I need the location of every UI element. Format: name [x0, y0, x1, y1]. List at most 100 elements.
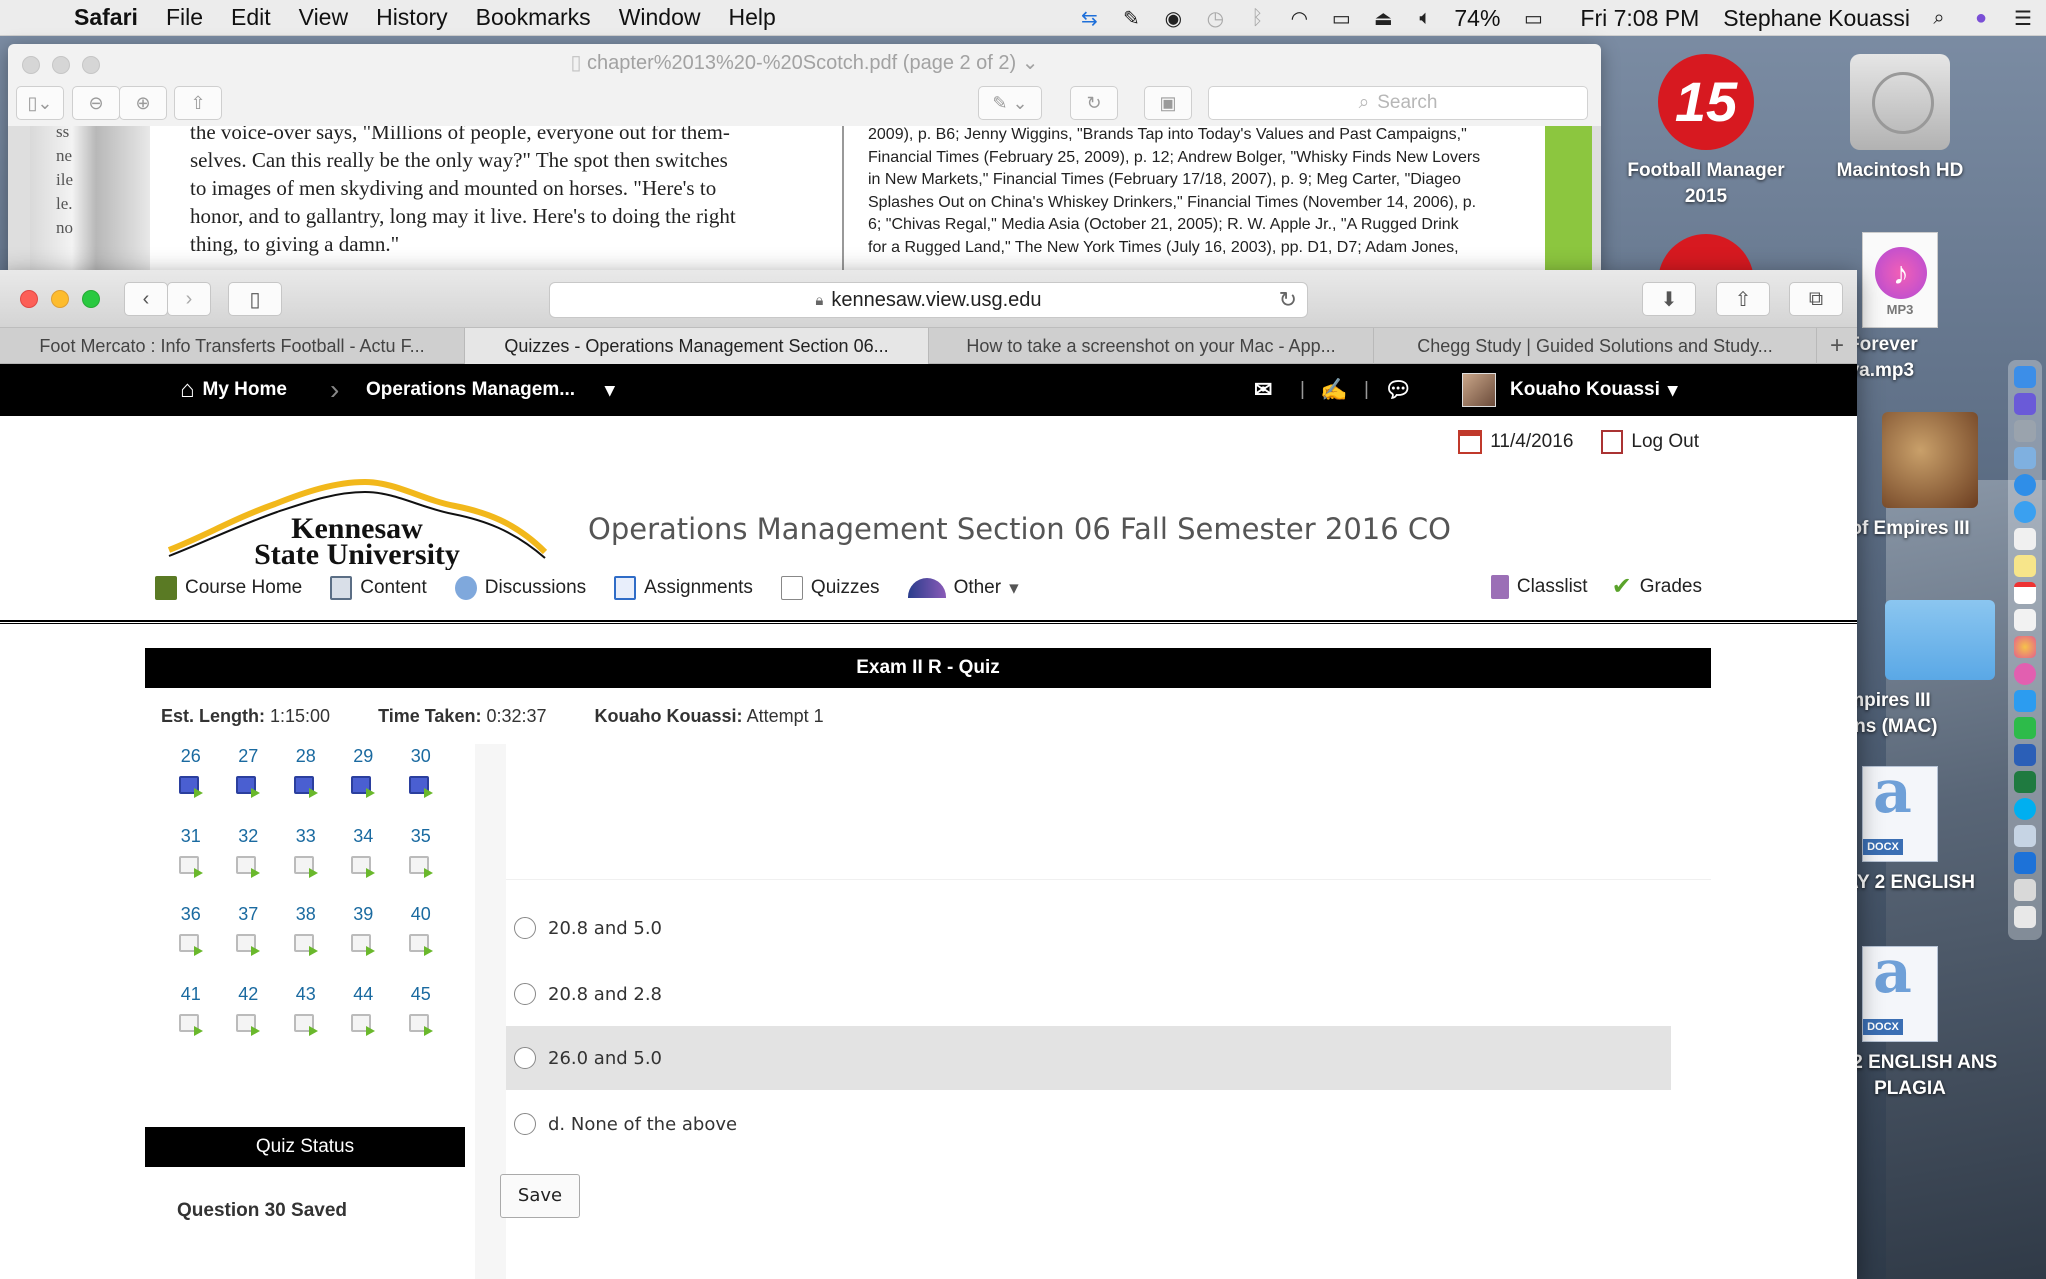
unsaved-question-icon[interactable] [178, 1014, 203, 1036]
question-link[interactable]: 33 [277, 826, 335, 878]
saved-question-icon[interactable] [236, 776, 261, 798]
wifi-icon[interactable]: ◠ [1286, 5, 1312, 31]
downloads-dock-icon[interactable] [2014, 879, 2036, 901]
question-link[interactable]: 37 [220, 904, 278, 956]
zoom-out-button[interactable]: ⊖ [72, 86, 120, 120]
calendar-dock-icon[interactable] [2014, 582, 2036, 604]
desktop-icon-macintosh-hd[interactable]: Macintosh HD [1800, 54, 2000, 184]
saved-question-icon[interactable] [178, 776, 203, 798]
toolbox-button[interactable]: ▣ [1144, 86, 1192, 120]
rotate-button[interactable]: ↻ [1070, 86, 1118, 120]
saved-question-icon[interactable] [293, 776, 318, 798]
question-number[interactable]: 42 [220, 984, 278, 1010]
unsaved-question-icon[interactable] [351, 856, 376, 878]
question-number[interactable]: 35 [392, 826, 450, 852]
siri-icon[interactable]: ● [1968, 5, 1994, 31]
menu-help[interactable]: Help [715, 4, 790, 31]
nav-assignments[interactable]: Assignments [614, 576, 753, 600]
numbers-dock-icon[interactable] [2014, 717, 2036, 739]
menu-window[interactable]: Window [605, 4, 715, 31]
question-link[interactable]: 41 [162, 984, 220, 1036]
question-number[interactable]: 44 [335, 984, 393, 1010]
notification-center-icon[interactable]: ☰ [2010, 5, 2036, 31]
question-link[interactable]: 26 [162, 746, 220, 798]
unsaved-question-icon[interactable] [408, 856, 433, 878]
question-link[interactable]: 29 [335, 746, 393, 798]
circle-app-icon[interactable]: ◉ [1160, 5, 1186, 31]
window-title[interactable]: chapter%2013%20-%20Scotch.pdf (page 2 of… [587, 52, 1016, 74]
question-number[interactable]: 30 [392, 746, 450, 772]
bluetooth-icon[interactable]: ᛒ [1244, 5, 1270, 31]
app-store-dock-icon[interactable] [2014, 690, 2036, 712]
nav-course-home[interactable]: Course Home [155, 576, 302, 600]
answer-option-c[interactable]: 26.0 and 5.0 [506, 1026, 1671, 1090]
answer-option-d[interactable]: d. None of the above [506, 1092, 1671, 1156]
battery-icon[interactable]: ▭ [1516, 5, 1550, 31]
sidebar-toggle-button[interactable]: ▯⌄ [16, 86, 64, 120]
menu-clock[interactable]: Fri 7:08 PM [1580, 5, 1699, 32]
downloads-button[interactable]: ⬇ [1642, 282, 1696, 316]
question-link[interactable]: 31 [162, 826, 220, 878]
close-button[interactable] [20, 290, 38, 308]
safari-dock-icon[interactable] [2014, 474, 2036, 496]
word-dock-icon[interactable] [2014, 744, 2036, 766]
chevron-down-icon[interactable]: ⌄ [1016, 52, 1039, 74]
my-home-link[interactable]: ⌂ My Home [180, 364, 287, 416]
tab-quizzes[interactable]: Quizzes - Operations Management Section … [465, 328, 929, 364]
mail-dock-icon[interactable] [2014, 528, 2036, 550]
calendar-date[interactable]: 11/4/2016 [1458, 430, 1573, 454]
minimize-button[interactable] [52, 56, 70, 74]
update-alerts-icon[interactable]: 💬︎ [1384, 364, 1412, 416]
question-number[interactable]: 39 [335, 904, 393, 930]
saved-question-icon[interactable] [408, 776, 433, 798]
nav-quizzes[interactable]: Quizzes [780, 576, 880, 600]
photos-dock-icon[interactable] [2014, 636, 2036, 658]
question-link[interactable]: 45 [392, 984, 450, 1036]
question-number[interactable]: 38 [277, 904, 335, 930]
menu-view[interactable]: View [285, 4, 362, 31]
unsaved-question-icon[interactable] [293, 1014, 318, 1036]
radio-button[interactable] [514, 1047, 536, 1069]
radio-button[interactable] [514, 1113, 536, 1135]
question-number[interactable]: 32 [220, 826, 278, 852]
question-number[interactable]: 45 [392, 984, 450, 1010]
nav-discussions[interactable]: Discussions [454, 576, 586, 600]
saved-question-icon[interactable] [351, 776, 376, 798]
notes-dock-icon[interactable] [2014, 555, 2036, 577]
siri-dock-icon[interactable] [2014, 393, 2036, 415]
markup-button[interactable]: ✎ ⌄ [978, 86, 1042, 120]
teamviewer-dock-icon[interactable] [2014, 852, 2036, 874]
answer-option-b[interactable]: 20.8 and 2.8 [506, 962, 1671, 1026]
preview-2-dock-icon[interactable] [2014, 825, 2036, 847]
unsaved-question-icon[interactable] [293, 934, 318, 956]
user-menu[interactable]: Kouaho Kouassi ▾ [1462, 364, 1677, 416]
finder-dock-icon[interactable] [2014, 366, 2036, 388]
share-button[interactable]: ⇧ [174, 86, 222, 120]
unsaved-question-icon[interactable] [351, 1014, 376, 1036]
close-button[interactable] [22, 56, 40, 74]
question-link[interactable]: 30 [392, 746, 450, 798]
tab-chegg[interactable]: Chegg Study | Guided Solutions and Study… [1374, 328, 1817, 364]
subscription-alerts-icon[interactable]: ✍ [1320, 364, 1347, 416]
menu-file[interactable]: File [152, 4, 217, 31]
preview-dock-icon[interactable] [2014, 447, 2036, 469]
question-number[interactable]: 40 [392, 904, 450, 930]
nav-content[interactable]: Content [330, 576, 427, 600]
nav-grades[interactable]: ✔ Grades [1612, 572, 1702, 601]
question-link[interactable]: 42 [220, 984, 278, 1036]
question-number[interactable]: 26 [162, 746, 220, 772]
log-out-link[interactable]: Log Out [1601, 430, 1699, 454]
unsaved-question-icon[interactable] [293, 856, 318, 878]
menu-history[interactable]: History [362, 4, 462, 31]
minimize-button[interactable] [51, 290, 69, 308]
question-link[interactable]: 38 [277, 904, 335, 956]
pdf-document-view[interactable]: ss ne ile le. no the voice-over says, "M… [8, 126, 1601, 274]
question-number[interactable]: 34 [335, 826, 393, 852]
question-link[interactable]: 39 [335, 904, 393, 956]
trash-dock-icon[interactable] [2014, 906, 2036, 928]
itunes-dock-icon[interactable] [2014, 663, 2036, 685]
spotlight-search-icon[interactable]: ⌕ [1926, 5, 1952, 31]
airplay-icon[interactable]: ▭ [1328, 5, 1354, 31]
eject-icon[interactable]: ⏏ [1370, 5, 1396, 31]
tab-foot-mercato[interactable]: Foot Mercato : Info Transferts Football … [0, 328, 465, 364]
